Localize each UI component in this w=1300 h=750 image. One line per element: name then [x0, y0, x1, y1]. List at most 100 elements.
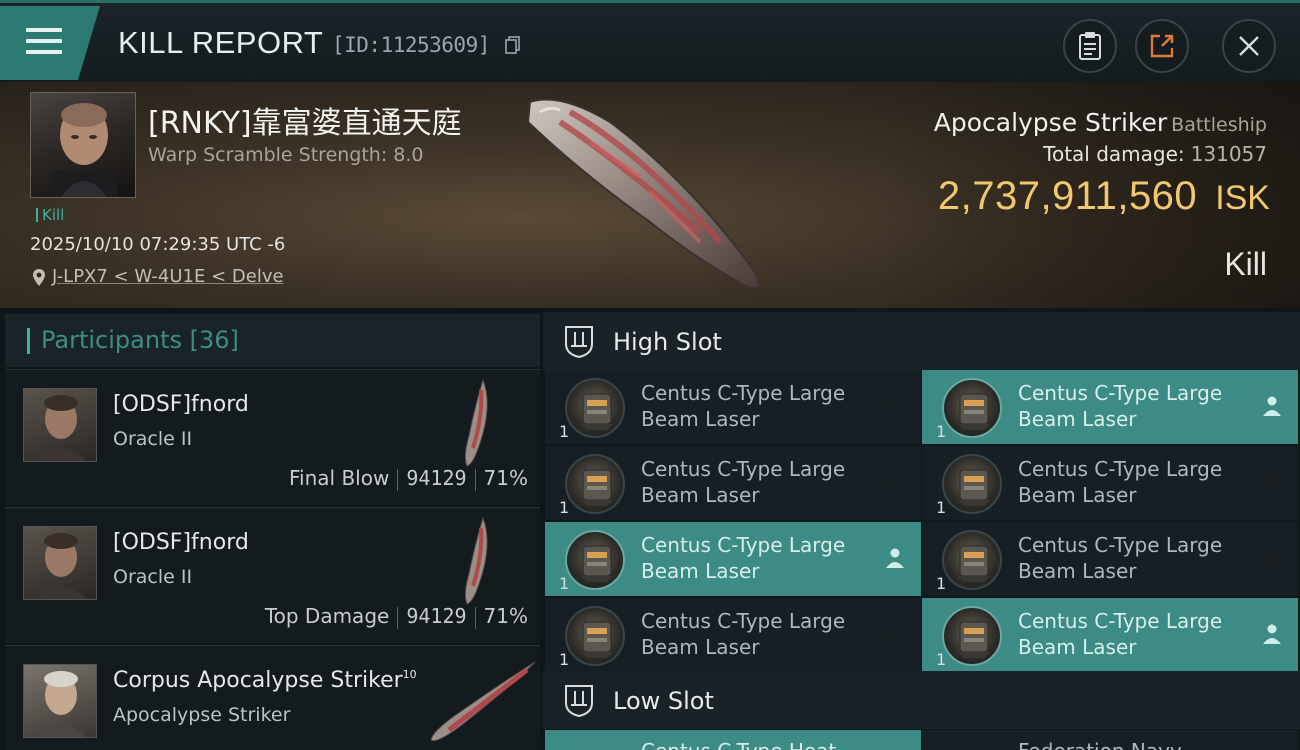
participant-row[interactable]: [ODSF]fnord Oracle II Top Damage 94129 71% — [5, 507, 540, 643]
module-quantity: 1 — [936, 498, 947, 517]
module-name: Centus C-Type Large Beam Laser — [1018, 608, 1268, 660]
module-name-line1: Centus C-Type Large — [641, 381, 846, 405]
high-slot-module[interactable]: 1 Centus C-Type Large Beam Laser — [922, 370, 1298, 444]
low-slot-module[interactable]: Centus C-Type Heat ... — [545, 730, 921, 750]
beam-laser-icon — [942, 454, 1002, 514]
beam-laser-icon — [565, 530, 625, 590]
beam-laser-icon — [565, 606, 625, 666]
clipboard-icon — [1079, 32, 1101, 60]
participants-title: Participants [36] — [41, 326, 239, 354]
participant-ship: Oracle II — [113, 428, 193, 450]
participant-percent: 71% — [483, 604, 528, 628]
module-quantity: 1 — [559, 650, 570, 669]
fitting-panel: High Slot 1 Centus C-Type Large Beam Laser… — [543, 310, 1300, 750]
participants-count: [36] — [189, 326, 239, 354]
module-name-line1: Centus C-Type Large — [1018, 533, 1223, 557]
module-name: Centus C-Type Large Beam Laser — [1018, 456, 1268, 508]
participant-role: Final Blow — [289, 466, 390, 490]
participant-name-text: Corpus Apocalypse Striker — [113, 668, 403, 693]
dropped-person-icon — [1263, 624, 1281, 644]
module-name-line2: Beam Laser — [641, 635, 760, 659]
menu-button[interactable] — [0, 6, 100, 80]
high-slot-module[interactable]: 1 Centus C-Type Large Beam Laser — [545, 598, 921, 672]
participant-row[interactable]: Corpus Apocalypse Striker10 Apocalypse S… — [5, 645, 540, 750]
participant-avatar — [23, 664, 97, 738]
victim-banner: [RNKY]靠富婆直通天庭 Warp Scramble Strength: 8.… — [0, 82, 1300, 308]
module-name: Centus C-Type Large Beam Laser — [641, 380, 891, 432]
kill-id[interactable]: [ID:11253609] — [332, 33, 521, 57]
menu-icon — [26, 28, 62, 58]
ship-name-text: Apocalypse Striker — [933, 108, 1168, 137]
kill-location[interactable]: J-LPX7 < W-4U1E < Delve — [30, 266, 284, 287]
close-button[interactable] — [1222, 19, 1276, 73]
module-quantity: 1 — [936, 650, 947, 669]
dropped-person-icon — [1263, 396, 1281, 416]
participant-stats: Final Blow 94129 71% — [289, 466, 528, 491]
high-slot-header: High Slot — [543, 312, 1300, 370]
participant-row[interactable]: [ODSF]fnord Oracle II Final Blow 94129 71% — [5, 369, 540, 505]
participant-ship: Oracle II — [113, 566, 193, 588]
share-button[interactable] — [1135, 19, 1189, 73]
participants-panel: Participants [36] [ODSF]fnord Oracle II … — [5, 314, 540, 750]
module-name-line1: Centus C-Type Large — [1018, 381, 1223, 405]
module-name: Federation Navy ... — [1018, 738, 1268, 750]
module-name-line1: Centus C-Type Large — [1018, 609, 1223, 633]
participant-ship-image — [430, 661, 536, 742]
module-name: Centus C-Type Heat ... — [641, 738, 891, 750]
clipboard-button[interactable] — [1063, 19, 1117, 73]
module-name: Centus C-Type Large Beam Laser — [641, 456, 891, 508]
participant-avatar — [23, 526, 97, 600]
high-slot-module[interactable]: 1 Centus C-Type Large Beam Laser — [922, 522, 1298, 596]
module-name-line2: Beam Laser — [641, 559, 760, 583]
participant-name: [ODSF]fnord — [113, 530, 249, 555]
low-slot-label: Low Slot — [613, 687, 714, 715]
low-slot-module[interactable]: Federation Navy ... — [922, 730, 1298, 750]
module-name-line1: Centus C-Type Large — [641, 533, 846, 557]
participant-ship: Apocalypse Striker — [113, 704, 291, 726]
victim-ship-name[interactable]: Apocalypse Striker Battleship — [934, 108, 1267, 137]
kill-id-text: [ID:11253609] — [332, 33, 490, 57]
module-name-line1: Centus C-Type Large — [641, 457, 846, 481]
close-icon — [1239, 36, 1259, 56]
location-text: J-LPX7 < W-4U1E < Delve — [52, 266, 284, 287]
location-pin-icon — [33, 269, 45, 286]
destroyed-x-icon — [886, 625, 904, 643]
module-name-line1: Centus C-Type Large — [641, 609, 846, 633]
module-name-line1: Centus C-Type Large — [1018, 457, 1223, 481]
high-slot-label: High Slot — [613, 328, 722, 356]
participants-label: Participants — [41, 326, 182, 354]
high-slot-module[interactable]: 1 Centus C-Type Large Beam Laser — [545, 370, 921, 444]
beam-laser-icon — [942, 530, 1002, 590]
high-slot-module[interactable]: 1 Centus C-Type Large Beam Laser — [545, 522, 921, 596]
participant-percent: 71% — [483, 466, 528, 490]
high-slot-module[interactable]: 1 Centus C-Type Large Beam Laser — [922, 446, 1298, 520]
victim-avatar[interactable] — [30, 92, 136, 198]
dropped-person-icon — [886, 548, 904, 568]
low-slot-header: Low Slot — [543, 671, 1300, 729]
participant-damage: 94129 — [406, 604, 467, 628]
share-icon — [1150, 34, 1174, 58]
module-quantity: 1 — [936, 422, 947, 441]
high-slot-module[interactable]: 1 Centus C-Type Large Beam Laser — [922, 598, 1298, 672]
module-name: Centus C-Type Large Beam Laser — [1018, 380, 1268, 432]
accent-bar — [27, 328, 30, 354]
destroyed-x-icon — [1263, 473, 1281, 491]
participant-name: Corpus Apocalypse Striker10 — [113, 668, 417, 693]
participants-header[interactable]: Participants [36] — [5, 314, 540, 367]
module-name-line2: Beam Laser — [1018, 483, 1137, 507]
participant-role: Top Damage — [264, 604, 390, 628]
victim-ship-image — [526, 98, 760, 289]
copy-icon[interactable] — [505, 36, 521, 54]
module-name: Centus C-Type Large Beam Laser — [641, 532, 891, 584]
beam-laser-icon — [942, 606, 1002, 666]
kill-tag: Kill — [36, 206, 64, 224]
total-damage: Total damage: 131057 — [1043, 142, 1267, 166]
beam-laser-icon — [565, 454, 625, 514]
victim-pilot-name[interactable]: [RNKY]靠富婆直通天庭 — [148, 98, 462, 142]
page-title: KILL REPORT — [118, 25, 324, 60]
high-slot-module[interactable]: 1 Centus C-Type Large Beam Laser — [545, 446, 921, 520]
total-damage-value: 131057 — [1190, 142, 1267, 166]
module-quantity: 1 — [559, 422, 570, 441]
participant-name: [ODSF]fnord — [113, 392, 249, 417]
participant-ship-image — [464, 378, 488, 467]
